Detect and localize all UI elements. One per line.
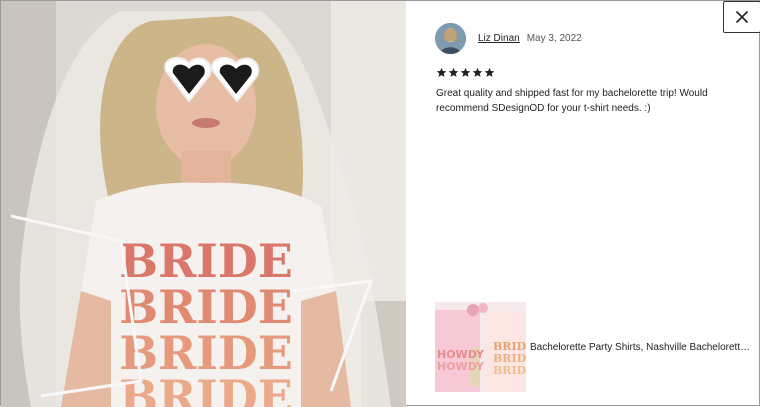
review-modal: BRIDE BRIDE BRIDE BRIDE Liz Dinan May 3,… [0, 0, 760, 407]
star-icon [436, 67, 447, 77]
review-date: May 3, 2022 [526, 33, 582, 44]
avatar[interactable] [435, 23, 466, 54]
review-panel: Liz Dinan May 3, 2022 Great quality and … [406, 1, 760, 407]
review-photo: BRIDE BRIDE BRIDE BRIDE [1, 1, 406, 407]
star-icon [472, 67, 483, 77]
shirt-text-4: BRIDE [119, 370, 293, 407]
reviewer-info: Liz Dinan May 3, 2022 [435, 23, 582, 54]
close-icon [735, 10, 749, 24]
star-icon [460, 67, 471, 77]
close-button[interactable] [723, 1, 760, 33]
listing-thumbnail[interactable]: HOWDY HOWDY BRIDE BRIDE BRIDE [435, 302, 526, 392]
listing-title-link[interactable]: Bachelorette Party Shirts, Nashville Bac… [530, 342, 752, 353]
reviewer-name-link[interactable]: Liz Dinan [478, 33, 520, 44]
star-icon [448, 67, 459, 77]
star-icon [484, 67, 495, 77]
review-text: Great quality and shipped fast for my ba… [436, 88, 708, 114]
star-rating [436, 67, 495, 78]
svg-text:HOWDY: HOWDY [437, 360, 485, 373]
thumb-text-3: BRIDE [493, 364, 526, 377]
listing-card[interactable]: HOWDY HOWDY BRIDE BRIDE BRIDE Bacheloret… [435, 302, 752, 392]
